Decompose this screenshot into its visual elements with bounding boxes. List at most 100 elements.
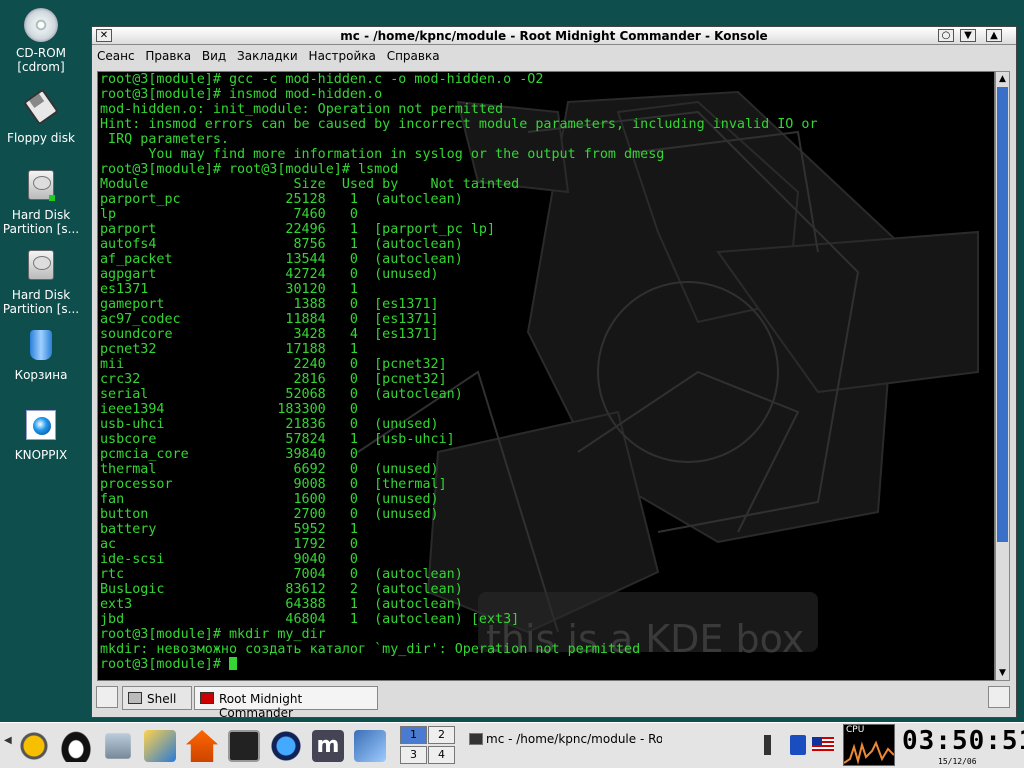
terminal-line: agpgart 42724 0 (unused): [100, 267, 439, 282]
clock[interactable]: 03:50:51 15/12/06: [902, 726, 1024, 766]
desktop-icon-knoppix[interactable]: KNOPPIX: [2, 408, 80, 462]
menu-session[interactable]: Сеанс: [94, 47, 138, 65]
terminal-line: parport_pc 25128 1 (autoclean): [100, 192, 463, 207]
cpu-monitor[interactable]: CPU: [843, 724, 895, 766]
terminal-line: root@3[module]# gcc -c mod-hidden.c -o m…: [100, 72, 544, 87]
terminal-line: rtc 7004 0 (autoclean): [100, 567, 463, 582]
desktop-icon-label: Hard Disk Partition [s...: [2, 208, 80, 236]
terminal-line: root@3[module]# root@3[module]# lsmod: [100, 162, 399, 177]
desktop-icon-harddisk-1[interactable]: Hard Disk Partition [s...: [2, 168, 80, 236]
terminal-line: ieee1394 183300 0: [100, 402, 358, 417]
desktop-icon[interactable]: [105, 733, 131, 759]
terminal-line: BusLogic 83612 2 (autoclean): [100, 582, 463, 597]
tux-icon[interactable]: [60, 730, 92, 762]
terminal-line: es1371 30120 1: [100, 282, 358, 297]
close-session-icon[interactable]: [988, 686, 1010, 708]
terminal-line: root@3[module]# mkdir my_dir: [100, 627, 326, 642]
taskbar-button-label: mc - /home/kpnc/module - Roo: [486, 732, 662, 746]
terminal-line: af_packet 13544 0 (autoclean): [100, 252, 463, 267]
desktop-icon-harddisk-2[interactable]: Hard Disk Partition [s...: [2, 248, 80, 316]
clock-time: 03:50:51: [902, 726, 1024, 756]
new-session-icon[interactable]: [96, 686, 118, 708]
terminal-line: root@3[module]# insmod mod-hidden.o: [100, 87, 383, 102]
desktop-icon-label: Корзина: [14, 368, 68, 382]
terminal-output: root@3[module]# gcc -c mod-hidden.c -o m…: [100, 72, 818, 672]
tab-root-midnight-commander[interactable]: Root Midnight Commander: [194, 686, 378, 720]
pager-desktop-1[interactable]: 1: [400, 726, 427, 744]
konqueror-icon[interactable]: [270, 730, 302, 762]
session-tab-bar: Shell Root Midnight Commander: [94, 685, 1014, 720]
cdrom-icon: [24, 8, 58, 42]
terminal-line: IRQ parameters.: [100, 132, 229, 147]
terminal-line: battery 5952 1: [100, 522, 358, 537]
us-flag-icon[interactable]: [812, 737, 834, 751]
terminal-area[interactable]: this is a KDE box root@3[module]# gcc -c…: [97, 71, 995, 681]
scroll-thumb[interactable]: [997, 87, 1008, 542]
terminal-line: autofs4 8756 1 (autoclean): [100, 237, 463, 252]
floppy-icon: [23, 88, 59, 127]
terminal-line: mii 2240 0 [pcnet32]: [100, 357, 447, 372]
hard-disk-icon: [24, 170, 58, 204]
terminal-line: thermal 6692 0 (unused): [100, 462, 439, 477]
tab-label: Root Midnight Commander: [219, 692, 303, 720]
title-bar[interactable]: ✕ mc - /home/kpnc/module - Root Midnight…: [92, 27, 1016, 45]
desktop-icon-floppy[interactable]: Floppy disk: [2, 88, 80, 145]
hard-disk-icon: [24, 250, 58, 284]
terminal-line: serial 52068 0 (autoclean): [100, 387, 463, 402]
menu-settings[interactable]: Настройка: [306, 47, 379, 65]
terminal-line: fan 1600 0 (unused): [100, 492, 439, 507]
maximize-icon[interactable]: ▲: [986, 29, 1002, 42]
terminal-line: lp 7460 0: [100, 207, 358, 222]
pager-desktop-4[interactable]: 4: [428, 746, 455, 764]
terminal-line: pcmcia_core 39840 0: [100, 447, 358, 462]
terminal-line: processor 9008 0 [thermal]: [100, 477, 447, 492]
menu-help[interactable]: Справка: [384, 47, 443, 65]
terminal-icon: [200, 692, 214, 704]
menu-edit[interactable]: Правка: [142, 47, 194, 65]
terminal-cursor: [229, 657, 237, 670]
menu-view[interactable]: Вид: [199, 47, 229, 65]
konsole-icon[interactable]: [228, 730, 260, 762]
konsole-window: ✕ mc - /home/kpnc/module - Root Midnight…: [91, 26, 1017, 720]
desktop-icon-label: CD-ROM [cdrom]: [15, 46, 67, 74]
taskbar-button-mc[interactable]: mc - /home/kpnc/module - Roo: [466, 728, 662, 752]
knoppix-icon: [24, 410, 58, 444]
scroll-down-icon[interactable]: ▼: [996, 666, 1009, 680]
terminal-line: usb-uhci 21836 0 (unused): [100, 417, 439, 432]
cpu-graph: [844, 740, 894, 765]
home-icon[interactable]: [186, 730, 218, 762]
terminal-line: button 2700 0 (unused): [100, 507, 439, 522]
iconify-icon[interactable]: ○: [938, 29, 954, 42]
tab-label: Shell: [147, 692, 177, 706]
terminal-line: ide-scsi 9040 0: [100, 552, 358, 567]
kde-panel: ◀ m 1 2 3 4 mc - /home/kpnc/module - Roo…: [0, 722, 1024, 768]
pager-desktop-3[interactable]: 3: [400, 746, 427, 764]
chevron-down-icon[interactable]: ▼: [960, 29, 976, 42]
terminal-line: ac 1792 0: [100, 537, 358, 552]
klipper-icon[interactable]: [790, 735, 806, 755]
terminal-scrollbar[interactable]: ▲ ▼: [995, 71, 1010, 681]
openoffice-icon[interactable]: [354, 730, 386, 762]
terminal-line: mod-hidden.o: init_module: Operation not…: [100, 102, 504, 117]
kcontrol-icon[interactable]: [144, 730, 176, 762]
desktop-icon-label: Hard Disk Partition [s...: [2, 288, 80, 316]
terminal-line: mkdir: невозможно создать каталог `my_di…: [100, 642, 641, 657]
kde-menu-icon[interactable]: [18, 730, 50, 762]
terminal-icon: [128, 692, 142, 704]
cpu-label: CPU: [846, 725, 865, 735]
terminal-line: soundcore 3428 4 [es1371]: [100, 327, 439, 342]
panel-hide-arrow-icon[interactable]: ◀: [4, 735, 14, 759]
desktop-icon-label: KNOPPIX: [14, 448, 68, 462]
terminal-line: ac97_codec 11884 0 [es1371]: [100, 312, 439, 327]
pager-desktop-2[interactable]: 2: [428, 726, 455, 744]
terminal-line: Module Size Used by Not tainted: [100, 177, 520, 192]
terminal-line: parport 22496 1 [parport_pc lp]: [100, 222, 496, 237]
desktop-icon-cdrom[interactable]: CD-ROM [cdrom]: [2, 8, 80, 74]
menu-bookmarks[interactable]: Закладки: [234, 47, 301, 65]
speaker-icon[interactable]: [764, 735, 782, 755]
scroll-up-icon[interactable]: ▲: [996, 72, 1009, 86]
mc-icon[interactable]: m: [312, 730, 344, 762]
terminal-line: usbcore 57824 1 [usb-uhci]: [100, 432, 455, 447]
desktop-icon-trash[interactable]: Корзина: [2, 328, 80, 382]
tab-shell[interactable]: Shell: [122, 686, 192, 710]
